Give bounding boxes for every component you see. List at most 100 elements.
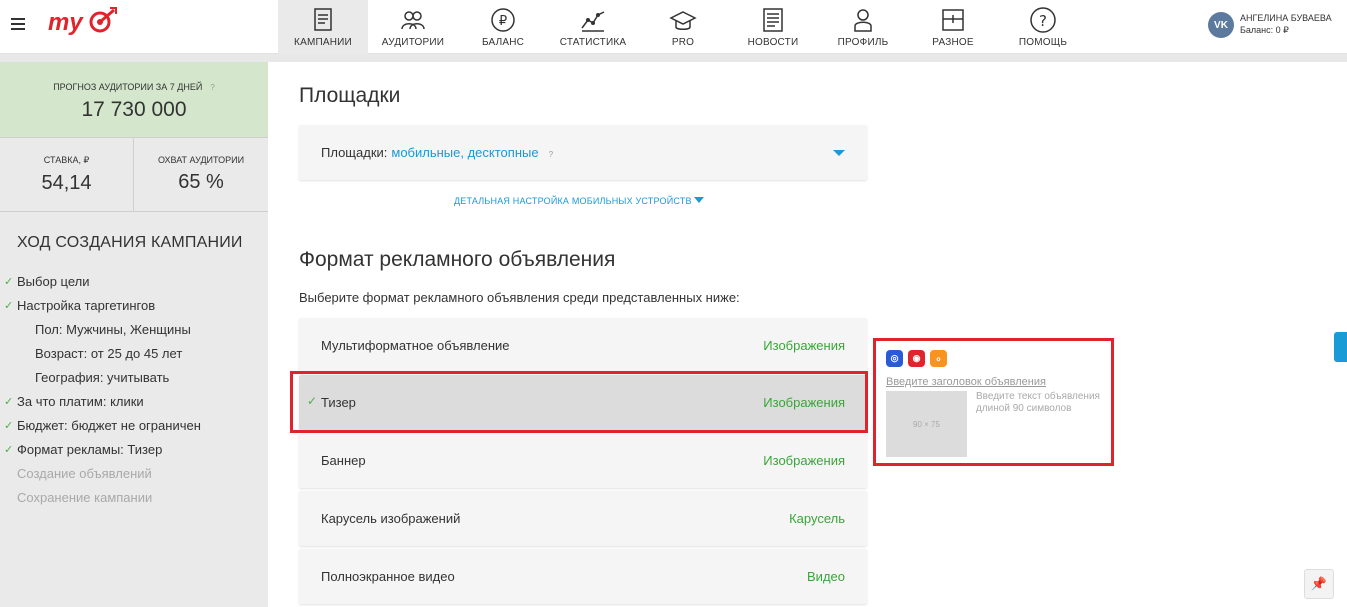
step-item: Создание объявлений bbox=[0, 462, 268, 486]
main-nav: КАМПАНИИ АУДИТОРИИ ₽ БАЛАНС СТАТИСТИКА P… bbox=[278, 0, 1088, 54]
step-item[interactable]: ✓ Настройка таргетингов bbox=[0, 294, 268, 318]
format-type: Изображения bbox=[763, 338, 845, 353]
step-item[interactable]: ✓ Формат рекламы: Тизер bbox=[0, 438, 268, 462]
news-icon bbox=[763, 8, 783, 32]
format-type: Изображения bbox=[763, 453, 845, 468]
mytarget-logo[interactable]: my bbox=[48, 4, 122, 42]
nav-label: РАЗНОЕ bbox=[932, 37, 974, 48]
step-label: Настройка таргетингов bbox=[17, 298, 156, 313]
check-icon: ✓ bbox=[4, 276, 14, 288]
format-option-multiformat[interactable]: Мультиформатное объявление Изображения bbox=[299, 318, 867, 373]
step-subitem: Возраст: от 25 до 45 лет bbox=[0, 342, 268, 366]
step-subitem: География: учитывать bbox=[0, 366, 268, 390]
nav-profile[interactable]: ПРОФИЛЬ bbox=[818, 0, 908, 54]
step-label: Выбор цели bbox=[17, 274, 90, 289]
format-type: Карусель bbox=[789, 511, 845, 526]
nav-label: PRO bbox=[671, 37, 695, 48]
menu-icon[interactable] bbox=[11, 18, 25, 32]
svg-text:my: my bbox=[48, 9, 84, 36]
check-icon: ✓ bbox=[4, 300, 14, 312]
format-name: Полноэкранное видео bbox=[321, 569, 455, 584]
platforms-value: мобильные, десктопные bbox=[391, 145, 539, 160]
campaigns-icon bbox=[314, 8, 332, 31]
svg-text:₽: ₽ bbox=[499, 14, 507, 29]
reach-metric: ОХВАТ АУДИТОРИИ 65 % bbox=[134, 138, 268, 211]
nav-label: ПОМОЩЬ bbox=[1018, 37, 1068, 48]
preview-text: Введите текст объявления длиной 90 симво… bbox=[976, 391, 1100, 414]
reach-value: 65 % bbox=[178, 171, 224, 193]
chevron-down-icon[interactable] bbox=[833, 150, 845, 156]
profile-icon bbox=[854, 9, 872, 32]
nav-audiences[interactable]: АУДИТОРИИ bbox=[368, 0, 458, 54]
platforms-label: Площадки: bbox=[321, 145, 388, 160]
step-item: Сохранение кампании bbox=[0, 486, 268, 510]
rate-label: СТАВКА, ₽ bbox=[43, 155, 90, 165]
pin-icon[interactable]: 📌 bbox=[1304, 569, 1334, 599]
platforms-hint-icon[interactable]: ? bbox=[549, 150, 553, 159]
nav-label: ПРОФИЛЬ bbox=[837, 37, 889, 48]
ruble-icon: ₽ bbox=[491, 8, 515, 32]
format-option-fullscreen-video[interactable]: Полноэкранное видео Видео bbox=[299, 549, 867, 604]
format-name: Мультиформатное объявление bbox=[321, 338, 510, 353]
misc-icon bbox=[942, 9, 964, 31]
platforms-heading: Площадки bbox=[299, 84, 401, 107]
chevron-down-icon bbox=[693, 197, 704, 203]
nav-label: АУДИТОРИИ bbox=[381, 37, 445, 48]
help-icon: ? bbox=[1030, 7, 1056, 33]
format-type: Видео bbox=[807, 569, 845, 584]
header-divider bbox=[0, 54, 1347, 62]
nav-campaigns[interactable]: КАМПАНИИ bbox=[278, 0, 368, 54]
main-content: Площадки Площадки: мобильные, десктопные?… bbox=[268, 62, 1347, 607]
format-option-banner[interactable]: Баннер Изображения bbox=[299, 433, 867, 488]
nav-label: СТАТИСТИКА bbox=[559, 37, 627, 48]
forecast-value: 17 730 000 bbox=[81, 98, 187, 121]
format-option-carousel[interactable]: Карусель изображений Карусель bbox=[299, 491, 867, 546]
audiences-icon bbox=[401, 11, 425, 30]
step-label: Пол: Мужчины, Женщины bbox=[35, 322, 191, 337]
nav-misc[interactable]: РАЗНОЕ bbox=[908, 0, 998, 54]
check-icon: ✓ bbox=[4, 396, 14, 408]
format-heading: Формат рекламного объявления bbox=[299, 248, 616, 271]
ad-preview: ◎ ◉ ℴ Введите заголовок объявления 90 × … bbox=[873, 338, 1114, 466]
top-bar: my КАМПАНИИ АУДИТОРИИ ₽ БАЛАНС СТАТИСТИК… bbox=[0, 0, 1347, 54]
step-item[interactable]: ✓ Бюджет: бюджет не ограничен bbox=[0, 414, 268, 438]
graduation-cap-icon bbox=[669, 11, 697, 30]
nav-help[interactable]: ? ПОМОЩЬ bbox=[998, 0, 1088, 54]
step-label: Сохранение кампании bbox=[17, 490, 153, 505]
side-feedback-tab[interactable] bbox=[1334, 332, 1347, 362]
target-icon: ◎ bbox=[886, 350, 903, 367]
rate-metric: СТАВКА, ₽ 54,14 bbox=[0, 138, 133, 211]
platforms-select[interactable]: Площадки: мобильные, десктопные? bbox=[299, 125, 867, 180]
nav-label: КАМПАНИИ bbox=[294, 37, 352, 48]
format-subtitle: Выберите формат рекламного объявления ср… bbox=[299, 290, 740, 305]
reach-label: ОХВАТ АУДИТОРИИ bbox=[157, 155, 245, 165]
preview-image-size: 90 × 75 bbox=[913, 419, 940, 429]
rate-value: 54,14 bbox=[41, 172, 92, 194]
user-name: АНГЕЛИНА БУВАЕВА bbox=[1240, 13, 1332, 23]
step-item[interactable]: ✓ За что платим: клики bbox=[0, 390, 268, 414]
step-label: География: учитывать bbox=[35, 370, 170, 385]
nav-news[interactable]: НОВОСТИ bbox=[728, 0, 818, 54]
step-label: За что платим: клики bbox=[17, 394, 144, 409]
user-balance: Баланс: 0 ₽ bbox=[1240, 25, 1289, 35]
step-label: Формат рекламы: Тизер bbox=[17, 442, 163, 457]
mobile-settings-link[interactable]: ДЕТАЛЬНАЯ НАСТРОЙКА МОБИЛЬНЫХ УСТРОЙСТВ bbox=[454, 196, 704, 206]
nav-statistics[interactable]: СТАТИСТИКА bbox=[548, 0, 638, 54]
mytarget-icon: ◉ bbox=[908, 350, 925, 367]
step-item[interactable]: ✓ Выбор цели bbox=[0, 270, 268, 294]
nav-balance[interactable]: ₽ БАЛАНС bbox=[458, 0, 548, 54]
user-menu[interactable]: VK АНГЕЛИНА БУВАЕВА Баланс: 0 ₽ bbox=[1208, 12, 1332, 38]
highlight-frame bbox=[290, 371, 868, 433]
sidebar: ПРОГНОЗ АУДИТОРИИ ЗА 7 ДНЕЙ? 17 730 000 … bbox=[0, 62, 268, 607]
forecast-label: ПРОГНОЗ АУДИТОРИИ ЗА 7 ДНЕЙ bbox=[53, 82, 203, 92]
platform-icons: ◎ ◉ ℴ bbox=[886, 350, 952, 367]
vk-avatar-icon: VK bbox=[1208, 12, 1234, 38]
metrics: СТАВКА, ₽ 54,14 ОХВАТ АУДИТОРИИ 65 % bbox=[0, 137, 268, 212]
step-label: Возраст: от 25 до 45 лет bbox=[35, 346, 183, 361]
odnoklassniki-icon: ℴ bbox=[930, 350, 947, 367]
nav-pro[interactable]: PRO bbox=[638, 0, 728, 54]
mobile-settings-label: ДЕТАЛЬНАЯ НАСТРОЙКА МОБИЛЬНЫХ УСТРОЙСТВ bbox=[454, 196, 692, 206]
forecast-hint-icon[interactable]: ? bbox=[210, 83, 214, 92]
step-label: Создание объявлений bbox=[17, 466, 152, 481]
audience-forecast: ПРОГНОЗ АУДИТОРИИ ЗА 7 ДНЕЙ? 17 730 000 bbox=[0, 62, 268, 137]
